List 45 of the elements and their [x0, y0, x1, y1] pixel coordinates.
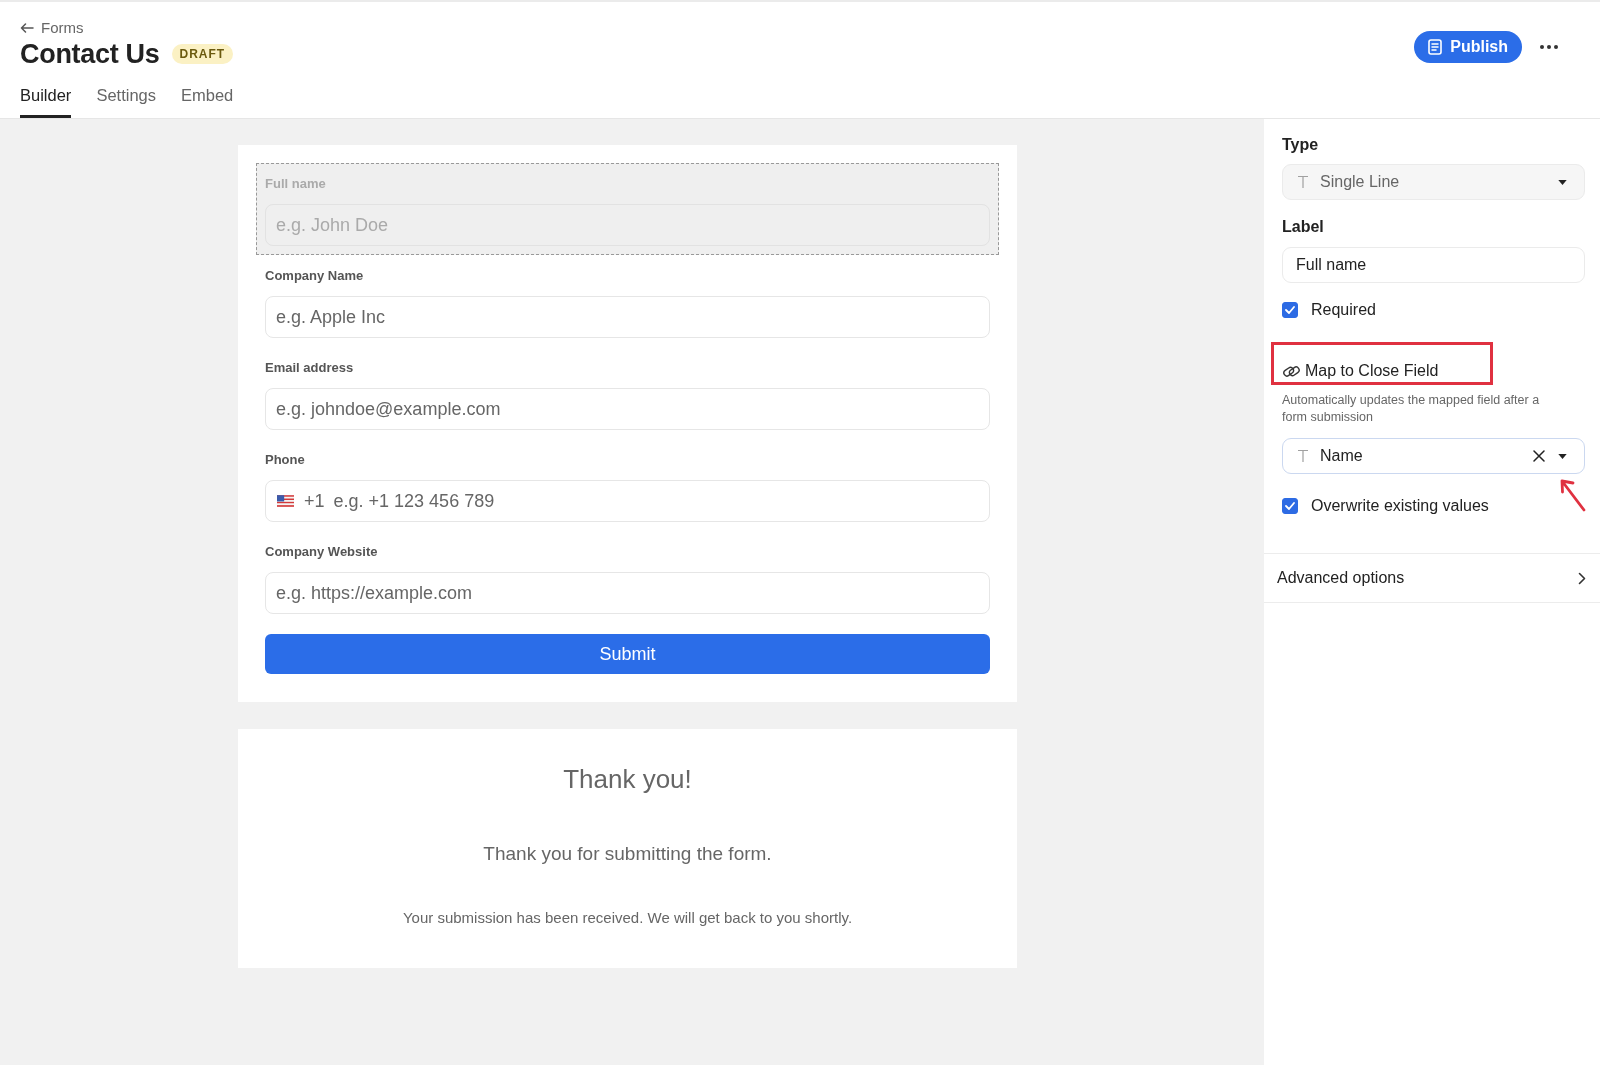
field-label: Company Name — [265, 267, 365, 285]
advanced-options-row[interactable]: Advanced options — [1264, 553, 1600, 603]
flag-icon — [277, 495, 294, 507]
label-heading: Label — [1282, 217, 1325, 237]
text-input[interactable]: e.g. johndoe@example.com — [265, 388, 990, 430]
thank-you-note: Your submission has been received. We will get back to you shortly. — [401, 908, 854, 928]
back-arrow-icon — [20, 23, 34, 33]
close-field-select[interactable]: Name — [1282, 438, 1585, 474]
tab[interactable]: Settings — [96, 81, 156, 118]
checkbox[interactable] — [1282, 302, 1298, 318]
thank-you-title: Thank you! — [562, 763, 693, 795]
submit-button[interactable]: Submit — [265, 634, 990, 674]
field-label: Full name — [265, 175, 327, 193]
text-input[interactable]: e.g. John Doe — [265, 204, 990, 246]
phone-field[interactable]: +1 e.g. +1 123 456 789 — [265, 480, 990, 522]
more-icon[interactable] — [1540, 45, 1558, 49]
type-heading: Type — [1282, 135, 1320, 155]
checkbox-label: Overwrite existing values — [1311, 497, 1489, 515]
caret-icon — [1558, 179, 1567, 185]
phone-number-input[interactable]: e.g. +1 123 456 789 — [333, 490, 979, 512]
text-type-icon — [1297, 175, 1309, 189]
field-label: Company Website — [265, 543, 379, 561]
publish-button[interactable]: Publish — [1414, 31, 1522, 63]
checkmark-icon — [1285, 306, 1295, 314]
checkbox-label: Required — [1311, 301, 1376, 319]
status-badge: DRAFT — [171, 44, 234, 64]
tab[interactable]: Embed — [181, 81, 234, 118]
dial-code: +1 — [304, 490, 325, 512]
section-heading: Map to Close Field — [1305, 361, 1439, 381]
text-input[interactable]: e.g. Apple Inc — [265, 296, 990, 338]
label-input[interactable]: Full name — [1282, 247, 1585, 283]
checkmark-icon — [1285, 502, 1295, 510]
page-title: Contact Us — [20, 40, 160, 68]
back-link[interactable]: Forms — [20, 18, 84, 38]
document-icon — [1428, 39, 1443, 55]
caret-icon — [1558, 453, 1567, 459]
clear-icon[interactable] — [1533, 450, 1545, 462]
thank-you-message: Thank you for submitting the form. — [482, 842, 773, 866]
text-input[interactable]: e.g. https://example.com — [265, 572, 990, 614]
field-label: Email address — [265, 359, 355, 377]
link-icon — [1282, 363, 1301, 379]
section-description: Automatically updates the mapped field after a form submission — [1282, 392, 1541, 426]
field-label: Phone — [265, 451, 306, 469]
checkbox[interactable] — [1282, 498, 1298, 514]
text-type-icon — [1297, 449, 1309, 463]
